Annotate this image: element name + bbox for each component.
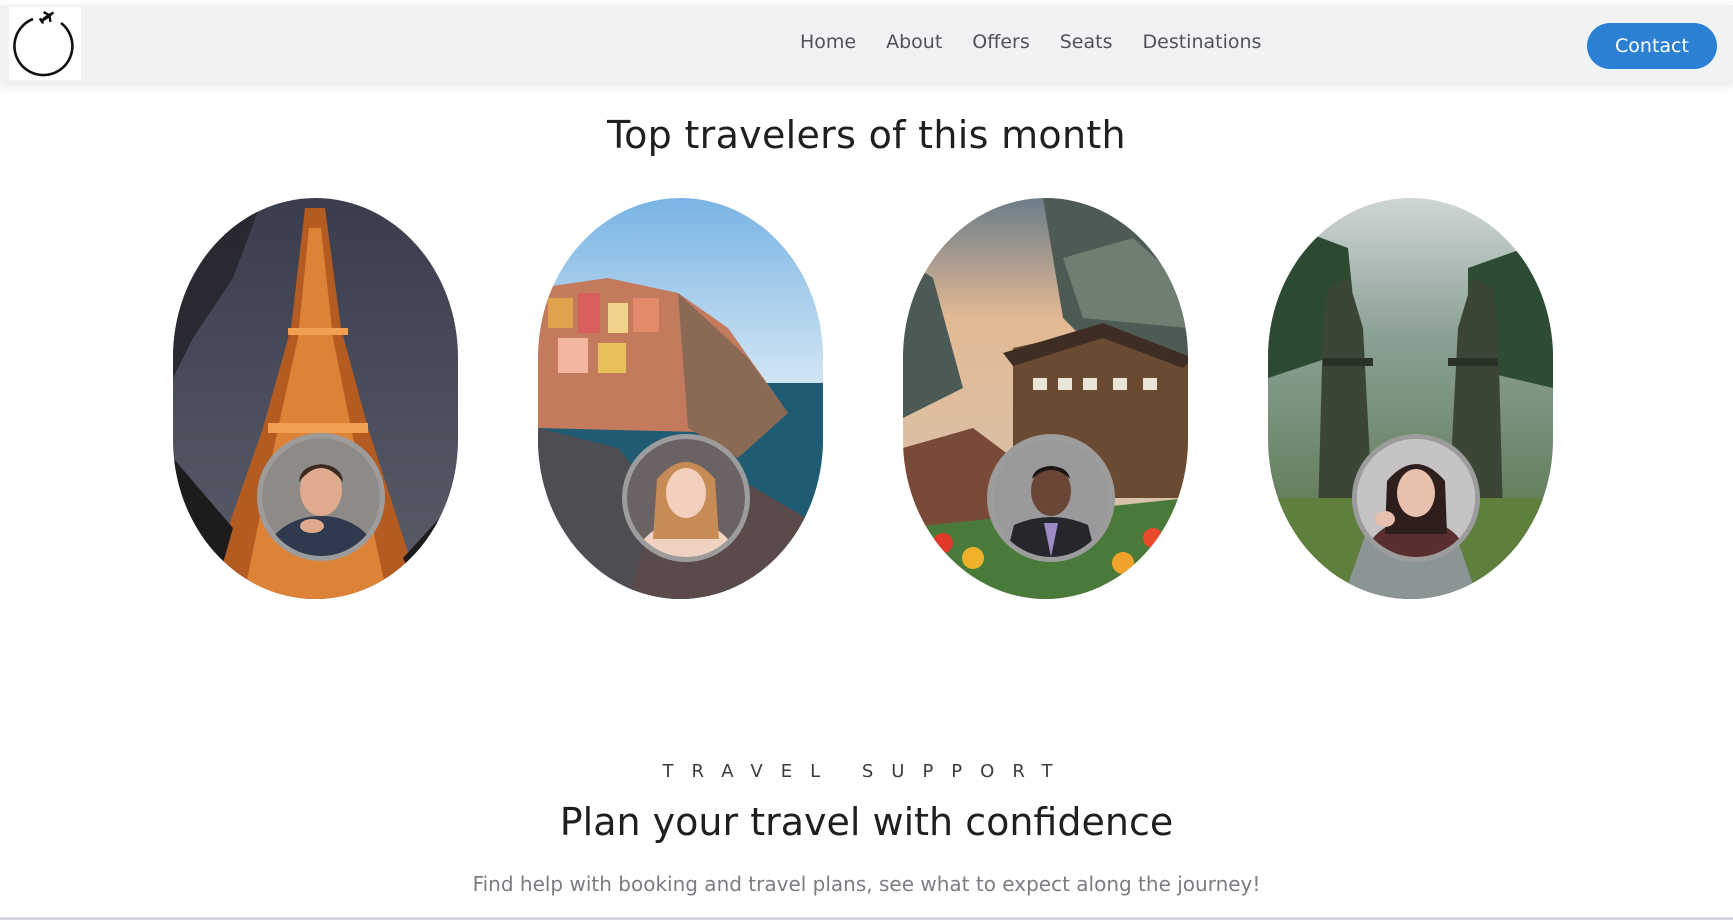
main-nav: Home About Offers Seats Destinations xyxy=(800,31,1261,53)
traveler-card-3[interactable] xyxy=(903,198,1188,599)
nav-link-seats[interactable]: Seats xyxy=(1060,31,1113,53)
nav-link-destinations[interactable]: Destinations xyxy=(1143,31,1262,53)
airplane-orbit-logo-icon[interactable] xyxy=(9,7,81,80)
travelers-heading: Top travelers of this month xyxy=(607,113,1126,157)
support-heading: Plan your travel with confidence xyxy=(559,800,1174,844)
traveler-avatar-2 xyxy=(622,434,750,562)
support-eyebrow: TRAVEL SUPPORT xyxy=(662,761,1071,782)
traveler-card-2[interactable] xyxy=(538,198,823,599)
nav-link-about[interactable]: About xyxy=(886,31,942,53)
navbar: Home About Offers Seats Destinations Con… xyxy=(0,5,1733,83)
traveler-avatar-4 xyxy=(1352,434,1480,562)
traveler-avatar-1 xyxy=(257,433,385,561)
nav-link-offers[interactable]: Offers xyxy=(972,31,1029,53)
traveler-card-4[interactable] xyxy=(1268,198,1553,599)
nav-link-home[interactable]: Home xyxy=(800,31,856,53)
traveler-avatar-3 xyxy=(987,434,1115,562)
support-subtext: Find help with booking and travel plans,… xyxy=(472,872,1261,896)
contact-button[interactable]: Contact xyxy=(1587,23,1717,69)
traveler-card-1[interactable] xyxy=(173,198,458,599)
